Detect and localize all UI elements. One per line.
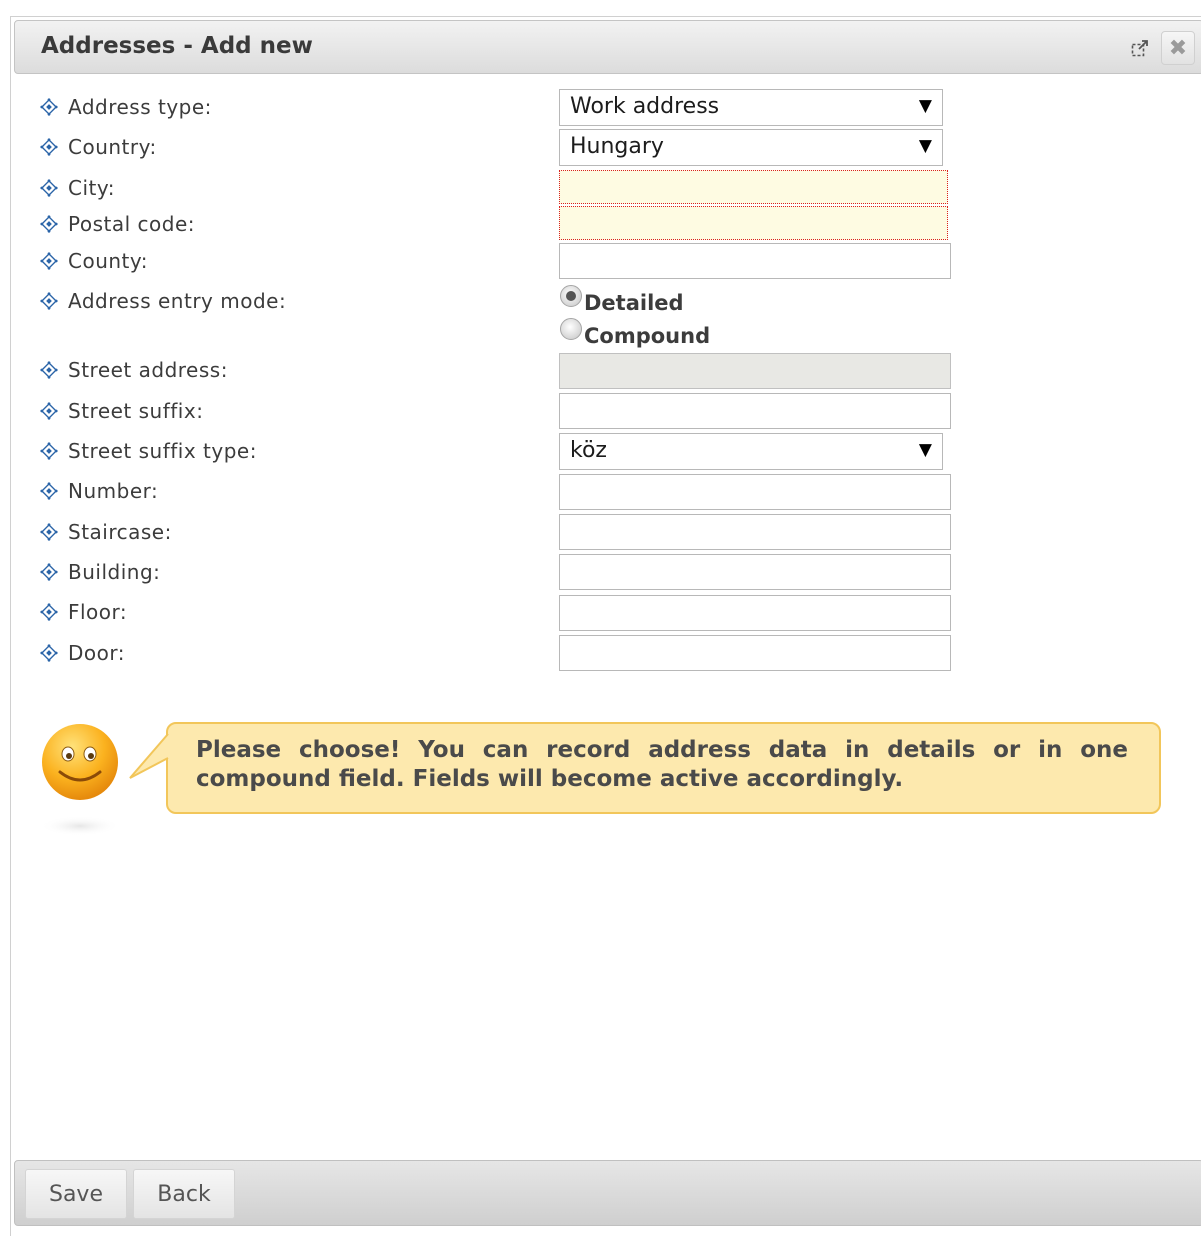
diamond-bullet-icon — [40, 98, 58, 116]
dropdown-arrow-icon: ▼ — [918, 136, 932, 156]
label-door: Door: — [40, 638, 125, 668]
smiley-icon — [40, 724, 120, 836]
diamond-bullet-icon — [40, 523, 58, 541]
diamond-bullet-icon — [40, 402, 58, 420]
label-staircase: Staircase: — [40, 517, 172, 547]
label-number: Number: — [40, 476, 158, 506]
radio-unchecked-icon — [560, 318, 582, 340]
diamond-bullet-icon — [40, 215, 58, 233]
label-entry-mode: Address entry mode: — [40, 286, 286, 316]
diamond-bullet-icon — [40, 138, 58, 156]
number-input[interactable] — [559, 474, 951, 510]
diamond-bullet-icon — [40, 644, 58, 662]
label-floor: Floor: — [40, 597, 127, 627]
close-icon[interactable]: ✖ — [1161, 31, 1195, 65]
diamond-bullet-icon — [40, 361, 58, 379]
label-street-address: Street address: — [40, 355, 228, 385]
entry-mode-detailed-radio[interactable]: Detailed — [560, 285, 684, 318]
label-street-suffix: Street suffix: — [40, 396, 203, 426]
city-input[interactable] — [559, 170, 948, 204]
building-input[interactable] — [559, 554, 951, 590]
entry-mode-compound-radio[interactable]: Compound — [560, 318, 710, 351]
address-type-select[interactable]: Work address ▼ — [559, 89, 943, 126]
label-country: Country: — [40, 132, 157, 162]
county-input[interactable] — [559, 243, 951, 279]
label-city: City: — [40, 173, 115, 203]
dropdown-arrow-icon: ▼ — [918, 96, 932, 116]
dropdown-arrow-icon: ▼ — [918, 440, 932, 460]
diamond-bullet-icon — [40, 292, 58, 310]
street-suffix-input[interactable] — [559, 393, 951, 429]
postal-code-input[interactable] — [559, 206, 948, 240]
label-street-suffix-type: Street suffix type: — [40, 436, 257, 466]
label-postal-code: Postal code: — [40, 209, 195, 239]
hint-text: Please choose! You can record address da… — [196, 737, 1128, 792]
back-button[interactable]: Back — [133, 1169, 235, 1219]
street-address-input — [559, 353, 951, 389]
staircase-input[interactable] — [559, 514, 951, 550]
diamond-bullet-icon — [40, 252, 58, 270]
radio-checked-icon — [560, 285, 582, 307]
hint-bubble-tail — [129, 733, 169, 779]
diamond-bullet-icon — [40, 603, 58, 621]
dialog-footer: Save Back — [14, 1160, 1201, 1226]
dialog-title: Addresses - Add new — [41, 33, 313, 59]
save-button[interactable]: Save — [25, 1169, 127, 1219]
diamond-bullet-icon — [40, 179, 58, 197]
label-building: Building: — [40, 557, 160, 587]
country-select[interactable]: Hungary ▼ — [559, 129, 943, 166]
dialog-titlebar: Addresses - Add new ✖ — [14, 20, 1201, 74]
diamond-bullet-icon — [40, 482, 58, 500]
street-suffix-type-select[interactable]: köz ▼ — [559, 433, 943, 470]
door-input[interactable] — [559, 635, 951, 671]
label-county: County: — [40, 246, 148, 276]
popout-icon[interactable] — [1127, 36, 1153, 60]
label-address-type: Address type: — [40, 92, 212, 122]
diamond-bullet-icon — [40, 442, 58, 460]
floor-input[interactable] — [559, 595, 951, 631]
diamond-bullet-icon — [40, 563, 58, 581]
